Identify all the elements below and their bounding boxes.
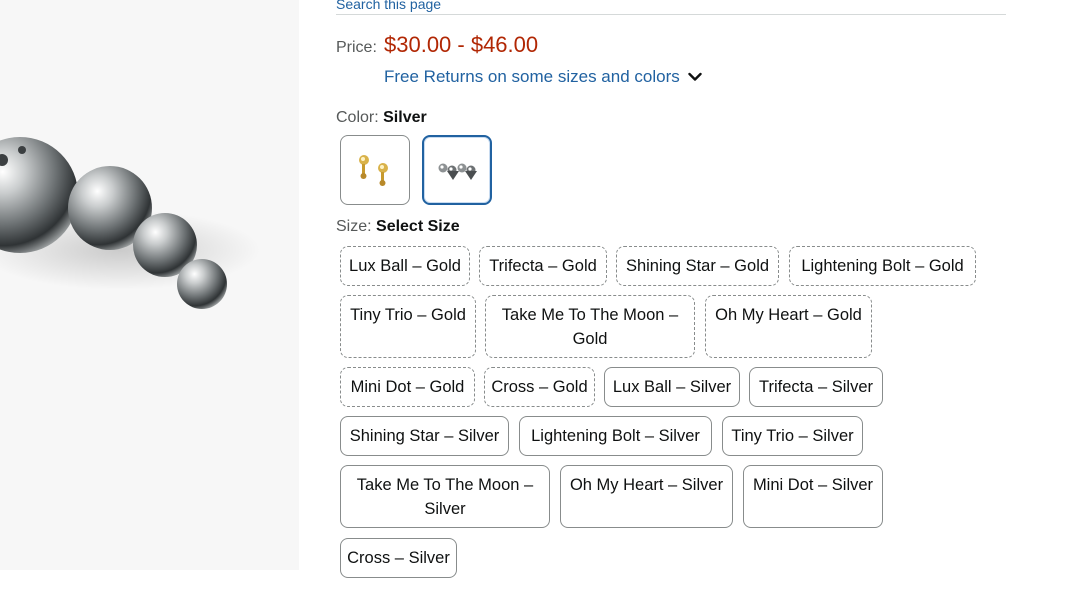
color-swatch-gold[interactable] [340, 135, 410, 205]
color-swatch-silver[interactable] [422, 135, 492, 205]
size-option-trifecta-silver[interactable]: Trifecta – Silver [749, 367, 883, 407]
search-this-page-link[interactable]: Search this page [336, 0, 441, 13]
size-option-mini-dot-silver[interactable]: Mini Dot – Silver [743, 465, 883, 528]
divider [336, 14, 1006, 15]
price-row: Price: $30.00 - $46.00 [336, 32, 538, 58]
color-selected-value: Silver [383, 109, 427, 126]
size-selected-value: Select Size [376, 218, 460, 235]
size-option-trifecta-gold[interactable]: Trifecta – Gold [479, 246, 607, 286]
color-swatches [340, 135, 492, 205]
size-selector-label: Size: Select Size [336, 218, 460, 236]
size-option-oh-my-heart-silver[interactable]: Oh My Heart – Silver [560, 465, 733, 528]
size-option-lightening-bolt-silver[interactable]: Lightening Bolt – Silver [519, 416, 712, 456]
size-label: Size: [336, 218, 377, 235]
size-option-oh-my-heart-gold[interactable]: Oh My Heart – Gold [705, 295, 872, 358]
size-option-cross-silver[interactable]: Cross – Silver [340, 538, 457, 578]
silver-ball-earrings-image [0, 137, 260, 309]
free-returns-text: Free Returns on some sizes and colors [384, 67, 680, 86]
size-option-shining-star-gold[interactable]: Shining Star – Gold [616, 246, 779, 286]
gold-earring-thumbnail [359, 155, 388, 186]
size-option-take-me-to-the-moon-silver[interactable]: Take Me To The Moon – Silver [340, 465, 550, 528]
product-image[interactable] [0, 0, 299, 570]
size-option-tiny-trio-gold[interactable]: Tiny Trio – Gold [340, 295, 476, 358]
color-selector-label: Color: Silver [336, 109, 427, 127]
chevron-down-icon[interactable] [688, 72, 702, 82]
size-option-lightening-bolt-gold[interactable]: Lightening Bolt – Gold [789, 246, 976, 286]
price-value: $30.00 - $46.00 [384, 32, 539, 57]
free-returns-link[interactable]: Free Returns on some sizes and colors [384, 67, 702, 87]
silver-earring-thumbnail [438, 163, 477, 180]
size-option-cross-gold[interactable]: Cross – Gold [484, 367, 595, 407]
size-option-shining-star-silver[interactable]: Shining Star – Silver [340, 416, 509, 456]
size-option-lux-ball-gold[interactable]: Lux Ball – Gold [340, 246, 470, 286]
size-option-take-me-to-the-moon-gold[interactable]: Take Me To The Moon – Gold [485, 295, 695, 358]
color-label: Color: [336, 109, 384, 126]
size-option-mini-dot-gold[interactable]: Mini Dot – Gold [340, 367, 475, 407]
size-option-lux-ball-silver[interactable]: Lux Ball – Silver [604, 367, 740, 407]
size-option-tiny-trio-silver[interactable]: Tiny Trio – Silver [722, 416, 863, 456]
price-label: Price: [336, 39, 377, 56]
